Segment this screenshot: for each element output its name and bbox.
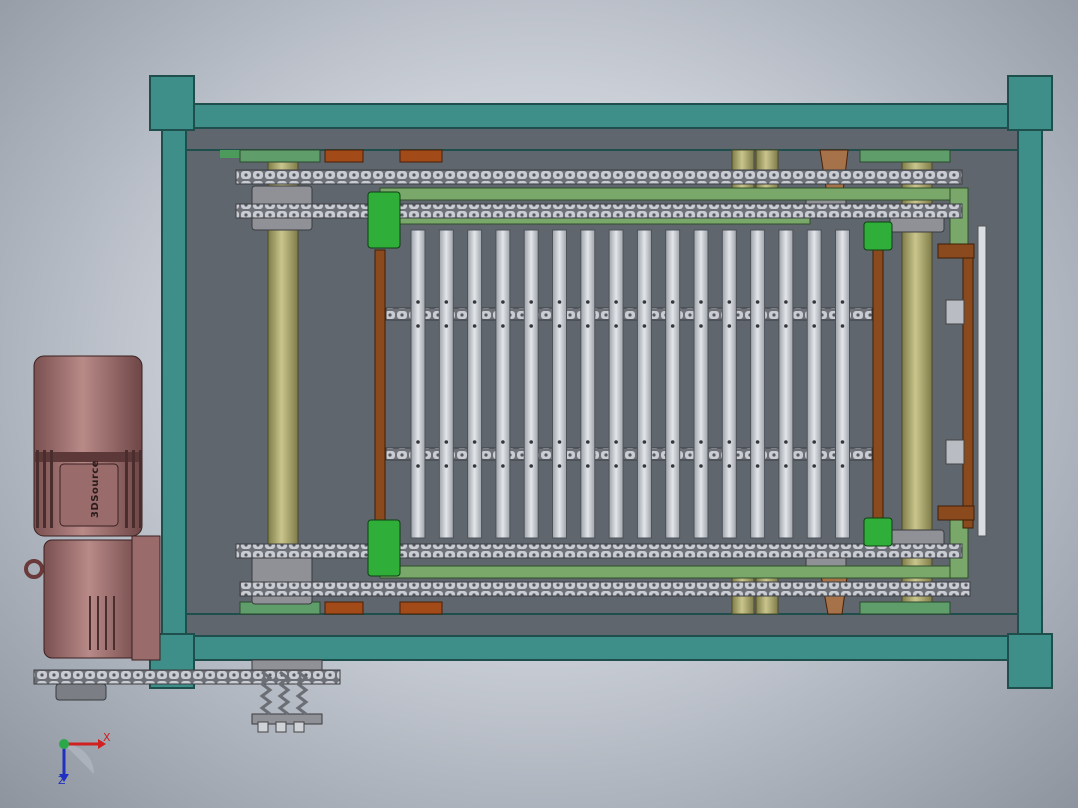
slat-bolt <box>840 440 845 444</box>
chain-external-drive <box>33 669 341 685</box>
slat-bolt <box>699 300 703 304</box>
conveyor-slat <box>835 229 850 539</box>
conveyor-slat <box>721 229 737 539</box>
slat-bolt <box>727 440 732 444</box>
chain-top-outer <box>235 169 963 185</box>
corner-post-top-right <box>1007 75 1053 131</box>
slat-chain-lower <box>385 447 873 461</box>
slat-bolt <box>586 300 590 304</box>
slat-bolt <box>670 300 675 304</box>
slat-bolt <box>529 300 533 304</box>
conveyor-slat <box>552 229 567 539</box>
conveyor-slat <box>750 229 766 539</box>
slat-bolt <box>727 324 732 328</box>
slat-bolt <box>840 464 845 468</box>
slat-bolt <box>642 440 647 444</box>
slat-bolt <box>557 300 562 304</box>
slat-bolt <box>755 440 760 444</box>
slat-bolt <box>699 440 703 444</box>
conveyor-slat <box>806 229 822 539</box>
slat-bolt <box>614 324 618 328</box>
slat-bolt <box>642 300 647 304</box>
slat-bolt <box>586 324 590 328</box>
slat-bolt <box>784 440 788 444</box>
conveyor-slat <box>636 229 652 539</box>
conveyor-slat <box>580 229 596 539</box>
corner-post-bottom-right <box>1007 633 1053 689</box>
slat-bolt <box>472 464 477 468</box>
coordinate-triad-icon <box>59 739 106 782</box>
slat-bolt <box>501 300 505 304</box>
cad-viewport[interactable] <box>0 0 1078 808</box>
slat-bolt <box>614 300 618 304</box>
slat-bolt <box>755 300 760 304</box>
slat-bolt <box>586 440 590 444</box>
slat-bolt <box>812 324 816 328</box>
slat-bolt <box>670 464 675 468</box>
chain-bottom-inner <box>235 543 963 559</box>
slat-bolt <box>699 324 703 328</box>
conveyor-slat <box>778 229 794 539</box>
slat-chain-upper <box>385 307 873 321</box>
slat-bolt <box>586 464 590 468</box>
slat-bolt <box>727 300 732 304</box>
slat-bolt <box>416 324 420 328</box>
conveyor-slat <box>467 229 483 539</box>
slat-bolt <box>416 300 420 304</box>
slat-bolt <box>444 464 449 468</box>
conveyor-slat <box>608 229 624 539</box>
conveyor-slat <box>523 229 539 539</box>
slat-bolt <box>614 440 618 444</box>
slat-bolt <box>670 324 675 328</box>
conveyor-slat <box>438 229 454 539</box>
slat-bolt <box>784 300 788 304</box>
corner-post-top-left <box>149 75 195 131</box>
slat-bolt <box>557 324 562 328</box>
motor-brand-label: 3DSource <box>90 459 101 518</box>
slat-bolt <box>529 324 533 328</box>
slat-bolt <box>529 440 533 444</box>
slat-bolt <box>444 440 449 444</box>
slat-bolt <box>699 464 703 468</box>
slat-bolt <box>727 464 732 468</box>
chain-top-inner <box>235 203 963 219</box>
slat-bolt <box>614 464 618 468</box>
conveyor-slat <box>665 229 681 539</box>
conveyor-slat <box>410 229 426 539</box>
conveyor-slat <box>693 229 709 539</box>
slat-bolt <box>557 464 562 468</box>
slat-bolt <box>416 464 420 468</box>
slat-bolt <box>784 464 788 468</box>
slat-bolt <box>812 440 816 444</box>
slat-bolt <box>501 440 505 444</box>
slat-bolt <box>840 324 845 328</box>
slat-bolt <box>670 440 675 444</box>
triad-x-axis-label: X <box>103 731 111 744</box>
slat-bolt <box>642 324 647 328</box>
slat-bolt <box>501 464 505 468</box>
slat-bolt <box>812 300 816 304</box>
slat-bolt <box>812 464 816 468</box>
chain-bottom-outer <box>239 581 971 597</box>
triad-z-axis-label: Z <box>58 774 66 787</box>
slat-bolt <box>501 324 505 328</box>
slat-bolt <box>529 464 533 468</box>
slat-bolt <box>472 324 477 328</box>
gear-motor-icon[interactable] <box>24 355 161 701</box>
slat-bolt <box>444 300 449 304</box>
slat-bolt <box>755 464 760 468</box>
slat-bolt <box>642 464 647 468</box>
slat-bolt <box>444 324 449 328</box>
slat-bolt <box>472 440 477 444</box>
slat-bolt <box>416 440 420 444</box>
slat-bolt <box>784 324 788 328</box>
slat-bolt <box>472 300 477 304</box>
slat-bolt <box>840 300 845 304</box>
conveyor-slat <box>495 229 511 539</box>
slat-bolt <box>557 440 562 444</box>
slat-bolt <box>755 324 760 328</box>
